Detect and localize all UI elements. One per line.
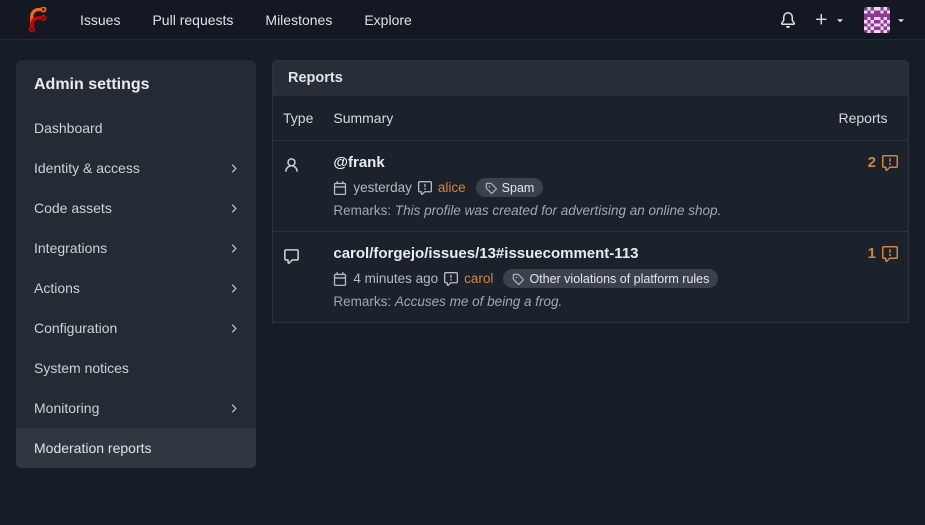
plus-icon — [814, 12, 829, 27]
reports-table: Type Summary Reports @frank yesterday — [272, 95, 909, 323]
top-navbar: Issues Pull requests Milestones Explore — [0, 0, 925, 40]
column-header-type: Type — [273, 96, 324, 141]
sidebar-item-code-assets[interactable]: Code assets — [16, 188, 256, 228]
navbar-right — [780, 7, 907, 33]
tag-icon — [485, 182, 497, 194]
sidebar-item-label: Actions — [34, 280, 80, 296]
user-icon — [283, 157, 300, 174]
nav-issues[interactable]: Issues — [64, 2, 136, 38]
sidebar-item-label: Configuration — [34, 320, 117, 336]
report-meta: 4 minutes ago carol Other violations of … — [333, 269, 818, 288]
reports-panel: Reports Type Summary Reports @frank — [272, 60, 909, 323]
admin-sidebar: Admin settings Dashboard Identity & acces… — [16, 60, 256, 468]
sidebar-item-system-notices[interactable]: System notices — [16, 348, 256, 388]
reporter-link[interactable]: carol — [464, 271, 493, 286]
report-time: 4 minutes ago — [353, 271, 438, 286]
report-icon — [444, 272, 458, 286]
sidebar-item-label: Code assets — [34, 200, 112, 216]
sidebar-item-moderation-reports[interactable]: Moderation reports — [16, 428, 256, 468]
report-target-link[interactable]: @frank — [333, 154, 384, 171]
column-header-summary: Summary — [323, 96, 828, 141]
report-row: @frank yesterday alice Spam — [273, 141, 909, 232]
sidebar-items: Dashboard Identity & access Code assets Int… — [16, 108, 256, 468]
chevron-down-icon — [834, 14, 846, 26]
report-time: yesterday — [353, 180, 412, 195]
user-menu-dropdown[interactable] — [864, 7, 907, 33]
report-meta: yesterday alice Spam — [333, 178, 818, 197]
chevron-right-icon — [227, 162, 240, 175]
chevron-right-icon — [227, 202, 240, 215]
forgejo-logo-icon[interactable] — [24, 7, 50, 33]
column-header-reports: Reports — [829, 96, 909, 141]
sidebar-item-label: System notices — [34, 360, 129, 376]
nav-pull-requests[interactable]: Pull requests — [136, 2, 249, 38]
sidebar-item-identity-access[interactable]: Identity & access — [16, 148, 256, 188]
report-remarks: Remarks: Accuses me of being a frog. — [333, 294, 818, 309]
report-count-link[interactable]: 2 — [868, 154, 898, 171]
panel-title: Reports — [272, 60, 909, 95]
page-content: Admin settings Dashboard Identity & acces… — [0, 40, 925, 468]
report-category-label[interactable]: Other violations of platform rules — [503, 269, 718, 288]
report-remarks: Remarks: This profile was created for ad… — [333, 203, 818, 218]
nav-milestones[interactable]: Milestones — [249, 2, 348, 38]
chevron-right-icon — [227, 242, 240, 255]
sidebar-item-monitoring[interactable]: Monitoring — [16, 388, 256, 428]
sidebar-item-label: Identity & access — [34, 160, 140, 176]
report-row: carol/forgejo/issues/13#issuecomment-113… — [273, 232, 909, 323]
reporter-link[interactable]: alice — [438, 180, 466, 195]
create-new-dropdown[interactable] — [814, 12, 846, 27]
report-count-icon — [882, 155, 898, 171]
sidebar-item-label: Integrations — [34, 240, 107, 256]
comment-icon — [283, 248, 300, 265]
calendar-icon — [333, 272, 347, 286]
sidebar-item-actions[interactable]: Actions — [16, 268, 256, 308]
report-target-link[interactable]: carol/forgejo/issues/13#issuecomment-113 — [333, 245, 638, 262]
chevron-down-icon — [895, 14, 907, 26]
sidebar-item-configuration[interactable]: Configuration — [16, 308, 256, 348]
sidebar-item-dashboard[interactable]: Dashboard — [16, 108, 256, 148]
sidebar-title: Admin settings — [16, 60, 256, 108]
sidebar-item-label: Dashboard — [34, 120, 103, 136]
calendar-icon — [333, 181, 347, 195]
sidebar-item-label: Moderation reports — [34, 440, 152, 456]
sidebar-item-integrations[interactable]: Integrations — [16, 228, 256, 268]
sidebar-item-label: Monitoring — [34, 400, 99, 416]
report-count-icon — [882, 246, 898, 262]
chevron-right-icon — [227, 402, 240, 415]
nav-explore[interactable]: Explore — [348, 2, 427, 38]
tag-icon — [512, 273, 524, 285]
chevron-right-icon — [227, 282, 240, 295]
chevron-right-icon — [227, 322, 240, 335]
report-count-link[interactable]: 1 — [868, 245, 898, 262]
primary-nav: Issues Pull requests Milestones Explore — [64, 2, 428, 38]
report-icon — [418, 181, 432, 195]
report-category-label[interactable]: Spam — [476, 178, 544, 197]
table-header-row: Type Summary Reports — [273, 96, 909, 141]
notifications-bell-icon[interactable] — [780, 12, 796, 28]
user-avatar — [864, 7, 890, 33]
